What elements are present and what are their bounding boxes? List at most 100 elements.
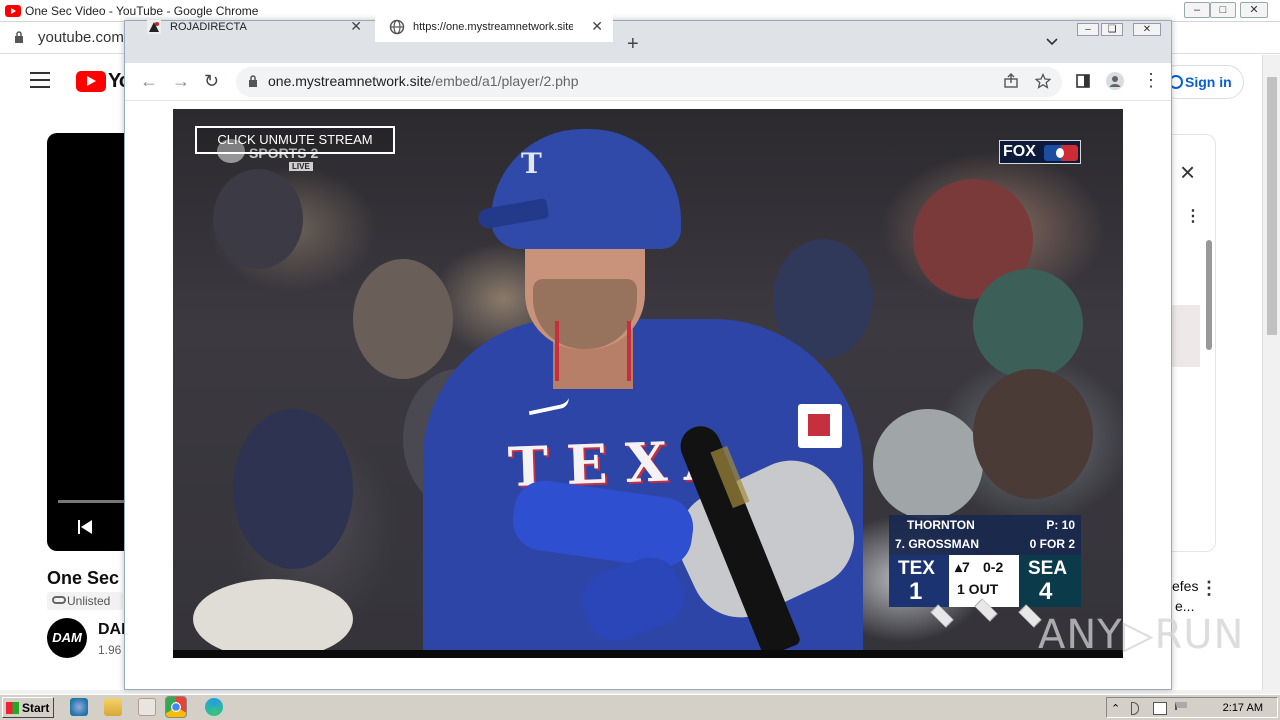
- front-minimize-button[interactable]: –: [1077, 23, 1099, 36]
- flag-patch-icon: [795, 401, 845, 451]
- batter-line: 0 FOR 2: [1029, 537, 1075, 551]
- file-explorer-icon[interactable]: [104, 698, 122, 716]
- start-label: Start: [22, 701, 50, 715]
- share-icon[interactable]: [1003, 73, 1019, 89]
- tab-stream-player[interactable]: https://one.mystreamnetwork.site/e ✕: [375, 9, 613, 42]
- lock-icon: [15, 31, 23, 43]
- batter-name: 7. GROSSMAN: [895, 537, 980, 551]
- inning: ▴7: [955, 559, 970, 575]
- previous-track-icon[interactable]: [76, 518, 94, 536]
- taskbar-clock[interactable]: 2:17 AM: [1223, 702, 1263, 714]
- close-tab-icon[interactable]: ✕: [591, 18, 603, 35]
- more-options-icon[interactable]: ⋮: [1185, 206, 1201, 226]
- anyrun-watermark: ANY▷RUN: [1038, 612, 1245, 658]
- player-bottom-bar: [173, 650, 1123, 658]
- side-panel-scrollbar[interactable]: [1206, 240, 1212, 350]
- away-team: TEX: [898, 558, 935, 579]
- sign-in-button[interactable]: Sign in: [1160, 65, 1244, 99]
- home-team: SEA: [1028, 558, 1068, 579]
- side-panel-icon[interactable]: [1075, 73, 1091, 89]
- scorebug: THORNTON P: 10 7. GROSSMAN 0 FOR 2 TEX 1…: [889, 515, 1081, 628]
- scorebug-score: TEX 1 ▴7 0-2 1 OUT SEA 4: [889, 555, 1081, 607]
- reload-icon[interactable]: ↻: [204, 71, 219, 92]
- crowd-figure: [353, 259, 453, 379]
- chevron-down-icon[interactable]: [1046, 36, 1058, 48]
- outs: 1 OUT: [957, 581, 999, 597]
- internet-explorer-icon[interactable]: [70, 698, 88, 716]
- link-icon: [52, 596, 66, 604]
- crowd-figure: [873, 409, 983, 519]
- media-player-icon[interactable]: [138, 698, 156, 716]
- tab-rojadirecta[interactable]: ROJADIRECTA ✕: [132, 9, 372, 42]
- network-icon[interactable]: [1153, 702, 1167, 715]
- scrollbar-thumb[interactable]: [1267, 77, 1277, 335]
- chrome-menu-icon[interactable]: ⋮: [1142, 70, 1160, 91]
- background-url: youtube.com/: [38, 29, 129, 46]
- scorebug-matchup: THORNTON P: 10 7. GROSSMAN 0 FOR 2: [889, 515, 1081, 555]
- channel-subscribers: 1.96: [98, 643, 122, 657]
- home-score: 4: [1039, 578, 1053, 605]
- fox-logo-text: FOX: [1003, 143, 1036, 160]
- batter-helmet: [491, 129, 681, 249]
- url-path: /embed/a1/player/2.php: [431, 73, 579, 89]
- channel-name[interactable]: DAI: [98, 621, 126, 639]
- broadcast-logo: FOX: [999, 140, 1081, 164]
- youtube-video-player[interactable]: [47, 133, 127, 551]
- side-panel-thumbnail[interactable]: [1172, 305, 1200, 367]
- mlb-logo-icon: [1044, 145, 1078, 161]
- close-window-button[interactable]: ✕: [1240, 2, 1268, 18]
- front-restore-button[interactable]: ❏: [1101, 23, 1123, 36]
- stream-video-player[interactable]: T TEXA SPORTS 2 LIVE CLICK UNMUTE STREAM…: [173, 109, 1123, 658]
- youtube-favicon-icon: [5, 5, 21, 17]
- tab-label: ROJADIRECTA: [170, 21, 247, 33]
- hamburger-menu-icon[interactable]: [30, 72, 50, 88]
- channel-avatar[interactable]: DAM: [47, 618, 87, 658]
- front-close-button[interactable]: ✕: [1133, 23, 1161, 36]
- helmet-logo: T: [521, 147, 542, 180]
- taskbar: Start ⌃ 2:17 AM: [0, 694, 1280, 720]
- action-center-flag-icon[interactable]: [1175, 702, 1187, 710]
- url-host: one.mystreamnetwork.site: [268, 73, 432, 89]
- url-text: one.mystreamnetwork.site/embed/a1/player…: [268, 73, 579, 89]
- tab-label: https://one.mystreamnetwork.site/e: [413, 21, 573, 33]
- away-score: 1: [909, 578, 923, 605]
- close-icon[interactable]: ×: [1180, 159, 1195, 185]
- tray-expand-icon[interactable]: ⌃: [1111, 702, 1125, 715]
- away-team-block: TEX 1: [889, 555, 949, 607]
- system-tray: ⌃ 2:17 AM: [1106, 697, 1278, 718]
- ball-strike-count: 0-2: [983, 559, 1004, 575]
- pitcher-name: THORNTON: [907, 518, 975, 532]
- bases-diamond-icon: [929, 598, 1049, 629]
- live-badge: LIVE: [289, 162, 313, 171]
- edge-icon[interactable]: [205, 698, 223, 716]
- youtube-progress-bar[interactable]: [58, 500, 128, 503]
- unmute-stream-button[interactable]: CLICK UNMUTE STREAM: [195, 126, 395, 154]
- rojadirecta-favicon-icon: [147, 20, 161, 34]
- chrome-taskbar-icon[interactable]: [165, 696, 187, 718]
- profile-avatar-icon[interactable]: [1106, 72, 1124, 90]
- crowd-figure: [213, 169, 303, 269]
- pitch-count: P: 10: [1046, 518, 1075, 532]
- video-title: One Sec: [47, 568, 120, 588]
- forward-arrow-icon[interactable]: →: [172, 71, 190, 92]
- bookmark-star-icon[interactable]: [1035, 73, 1051, 89]
- recommendation-more-icon[interactable]: ⋮: [1200, 578, 1218, 599]
- home-team-block: SEA 4: [1019, 555, 1081, 607]
- maximize-button[interactable]: □: [1210, 2, 1236, 18]
- globe-icon: [389, 19, 405, 35]
- back-arrow-icon[interactable]: ←: [140, 71, 158, 92]
- third-base: [930, 604, 954, 628]
- recommendation-title[interactable]: efes: [1172, 578, 1198, 594]
- crowd-figure: [233, 409, 353, 569]
- crowd-figure: [193, 579, 353, 658]
- lock-icon[interactable]: [248, 74, 258, 88]
- start-button[interactable]: Start: [2, 697, 54, 718]
- new-tab-icon[interactable]: +: [627, 33, 639, 56]
- close-tab-icon[interactable]: ✕: [350, 18, 362, 35]
- volume-icon[interactable]: [1131, 702, 1139, 715]
- page-scrollbar[interactable]: [1262, 55, 1280, 690]
- game-state: ▴7 0-2 1 OUT: [949, 555, 1019, 607]
- youtube-logo-icon[interactable]: [76, 71, 106, 92]
- minimize-button[interactable]: –: [1184, 2, 1210, 18]
- windows-logo-icon: [6, 702, 19, 714]
